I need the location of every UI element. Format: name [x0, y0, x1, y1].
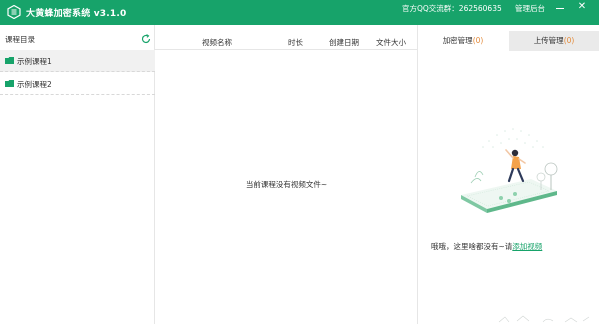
app-logo-icon [7, 5, 21, 19]
column-file-size[interactable]: 文件大小 [376, 37, 406, 48]
video-list-panel: 视频名称 时长 创建日期 文件大小 当前课程没有视频文件~ [155, 25, 418, 324]
course-name: 示例课程2 [17, 80, 52, 89]
management-panel: 加密管理(0) 上传管理(0) 哦哦，这里啥都没有~请添加视频 [418, 25, 599, 324]
course-item[interactable]: 示例课程1 [0, 50, 155, 72]
folder-icon [5, 57, 14, 64]
video-table-header: 视频名称 时长 创建日期 文件大小 [155, 25, 418, 50]
tab-label: 上传管理 [533, 36, 564, 45]
course-item[interactable]: 示例课程2 [0, 73, 155, 95]
minimize-button[interactable] [556, 5, 565, 11]
tab-label: 加密管理 [442, 36, 473, 45]
refresh-icon[interactable] [141, 34, 151, 44]
tab-encryption-management[interactable]: 加密管理(0) [418, 31, 508, 51]
course-name: 示例课程1 [17, 57, 52, 66]
column-video-name[interactable]: 视频名称 [202, 37, 232, 48]
empty-state-illustration [461, 128, 558, 213]
title-bar: 大黄蜂加密系统 v3.1.0 官方QQ交流群：262560635 管理后台 ✕ [0, 0, 599, 25]
column-created-date[interactable]: 创建日期 [329, 37, 359, 48]
app-title: 大黄蜂加密系统 v3.1.0 [26, 9, 127, 19]
add-video-link[interactable]: 添加视频 [512, 242, 542, 251]
empty-hint: 哦哦，这里啥都没有~请添加视频 [431, 241, 542, 252]
empty-video-message: 当前课程没有视频文件~ [245, 180, 328, 189]
course-directory-header: 课程目录 [0, 25, 155, 50]
course-directory-panel: 课程目录 示例课程1 示例课程2 [0, 25, 155, 324]
column-duration[interactable]: 时长 [288, 37, 303, 48]
course-directory-title: 课程目录 [5, 35, 35, 44]
qq-group-link[interactable]: 官方QQ交流群：262560635 [402, 3, 502, 14]
empty-hint-text: 哦哦，这里啥都没有~请 [431, 242, 513, 251]
tab-count: (0) [472, 36, 484, 45]
decorative-sketch-icon [498, 315, 590, 323]
close-button[interactable]: ✕ [576, 1, 588, 13]
folder-icon [5, 80, 14, 87]
tab-count: (0) [563, 36, 575, 45]
tab-upload-management[interactable]: 上传管理(0) [509, 31, 599, 51]
admin-link[interactable]: 管理后台 [515, 3, 545, 14]
